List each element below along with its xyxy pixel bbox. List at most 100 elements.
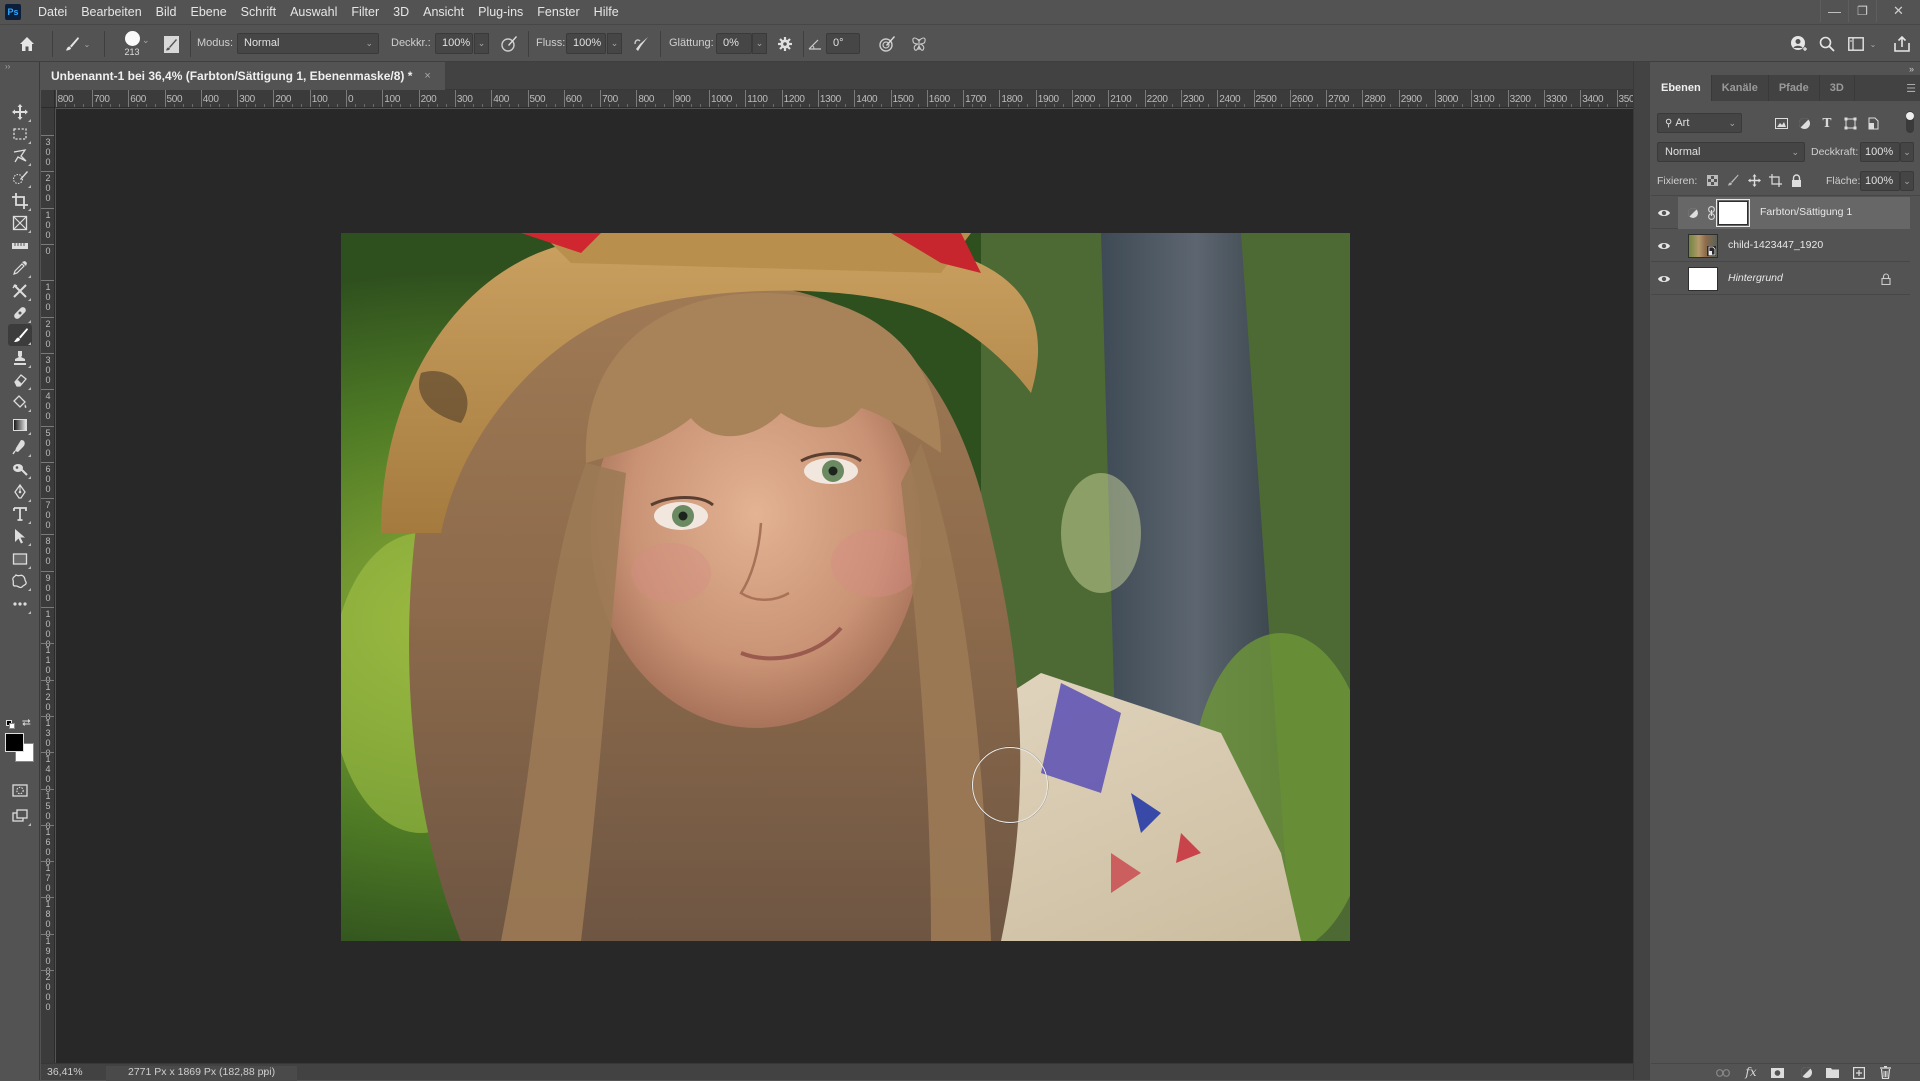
lock-position[interactable] <box>1747 172 1761 188</box>
document-image[interactable] <box>341 233 1350 941</box>
filter-type-layers[interactable]: T <box>1819 115 1835 131</box>
menu-plug-ins[interactable]: Plug-ins <box>471 0 530 24</box>
mode-select[interactable]: Normal ⌄ <box>237 33 379 54</box>
foreground-color-swatch[interactable] <box>5 733 24 752</box>
menu-auswahl[interactable]: Auswahl <box>283 0 344 24</box>
menu-fenster[interactable]: Fenster <box>530 0 586 24</box>
healing-brush-tool[interactable] <box>8 302 32 324</box>
brush-tool[interactable] <box>8 324 32 346</box>
ruler-tool[interactable] <box>8 235 32 257</box>
path-selection-tool[interactable] <box>8 525 32 547</box>
gradient-tool[interactable] <box>8 414 32 436</box>
menu-bearbeiten[interactable]: Bearbeiten <box>74 0 148 24</box>
layer-row-hue-saturation[interactable]: Farbton/Sättigung 1 <box>1651 197 1910 229</box>
collapse-toolbar-icon[interactable]: ›› <box>5 62 10 71</box>
home-button[interactable] <box>16 33 38 55</box>
symmetry-button[interactable] <box>908 33 930 55</box>
layer-body[interactable]: Hintergrund <box>1678 263 1910 295</box>
search-button[interactable] <box>1816 33 1838 55</box>
panel-menu-icon[interactable]: ☰ <box>1906 82 1916 95</box>
close-tab-icon[interactable]: × <box>424 70 430 82</box>
eyedropper-tool[interactable] <box>8 257 32 279</box>
chevron-down-icon[interactable]: ⌄ <box>142 35 150 46</box>
vertical-ruler[interactable]: 300 200 100 0 100 200 300 400 500 600 700 800 900 100… <box>41 108 55 1063</box>
move-tool[interactable] <box>8 101 32 123</box>
lasso-tool[interactable] <box>8 145 32 167</box>
visibility-eye-icon[interactable] <box>1657 272 1671 286</box>
tab-ebenen[interactable]: Ebenen <box>1651 75 1712 101</box>
new-layer-button[interactable] <box>1850 1065 1868 1080</box>
visibility-eye-icon[interactable] <box>1657 206 1671 220</box>
status-menu-arrow[interactable]: › <box>263 1065 267 1077</box>
delete-layer-button[interactable] <box>1876 1065 1894 1080</box>
fill-dropdown[interactable]: ⌄ <box>1900 171 1914 191</box>
crop-tool[interactable] <box>8 190 32 212</box>
content-aware-move-tool[interactable] <box>8 280 32 302</box>
tab-kan-le[interactable]: Kanäle <box>1712 75 1769 101</box>
smoothing-dropdown[interactable]: ⌄ <box>752 33 767 54</box>
ruler-origin[interactable] <box>41 90 55 108</box>
frame-tool[interactable] <box>8 212 32 234</box>
filter-smart-objects[interactable] <box>1865 115 1881 131</box>
filter-adjustment-layers[interactable] <box>1796 115 1812 131</box>
horizontal-ruler[interactable]: 800 700 600 500 400 300 200 100 0 100 200 300 400 500… <box>41 90 1633 108</box>
rectangle-tool[interactable] <box>8 548 32 570</box>
opacity-input[interactable]: 100% <box>435 33 473 54</box>
quick-mask-button[interactable] <box>8 779 32 801</box>
quick-selection-tool[interactable] <box>8 167 32 189</box>
smoothing-settings-button[interactable] <box>774 33 796 55</box>
swap-colors-button[interactable]: ⮂ <box>22 717 31 730</box>
tool-preset-picker[interactable]: ⌄ <box>60 33 94 55</box>
filter-toggle[interactable] <box>1906 111 1914 133</box>
menu-3d[interactable]: 3D <box>386 0 416 24</box>
smudge-tool[interactable] <box>8 436 32 458</box>
share-account-button[interactable] <box>1788 33 1810 55</box>
pressure-opacity-button[interactable] <box>498 33 520 55</box>
zoom-level[interactable]: 36,41% <box>47 1066 83 1078</box>
layer-body[interactable]: child-1423447_1920 <box>1678 230 1910 262</box>
flow-dropdown[interactable]: ⌄ <box>607 33 622 54</box>
layer-row-background[interactable]: Hintergrund <box>1651 263 1910 295</box>
menu-schrift[interactable]: Schrift <box>234 0 283 24</box>
link-layers-button[interactable] <box>1714 1065 1732 1080</box>
restore-button[interactable]: ❐ <box>1848 0 1876 22</box>
flow-input[interactable]: 100% <box>566 33 606 54</box>
eraser-tool[interactable] <box>8 369 32 391</box>
custom-shape-tool[interactable] <box>8 570 32 592</box>
paint-bucket-tool[interactable] <box>8 391 32 413</box>
pressure-size-button[interactable] <box>876 33 898 55</box>
new-adjustment-layer-button[interactable] <box>1797 1065 1815 1080</box>
smoothing-input[interactable]: 0% <box>716 33 752 54</box>
lock-artboard[interactable] <box>1768 172 1782 188</box>
layer-opacity-input[interactable]: 100% <box>1860 142 1900 162</box>
layer-mask-thumbnail[interactable] <box>1716 199 1750 227</box>
pen-tool[interactable] <box>8 481 32 503</box>
tab-pfade[interactable]: Pfade <box>1769 75 1820 101</box>
document-tab[interactable]: Unbenannt-1 bei 36,4% (Farbton/Sättigung… <box>41 62 445 90</box>
filter-shape-layers[interactable] <box>1842 115 1858 131</box>
layer-thumbnail[interactable] <box>1688 267 1718 291</box>
default-colors-button[interactable] <box>6 720 15 729</box>
screen-mode-button[interactable] <box>8 805 32 827</box>
lock-image-pixels[interactable] <box>1726 172 1740 188</box>
brush-settings-toggle[interactable] <box>161 33 181 55</box>
blend-mode-select[interactable]: Normal ⌄ <box>1657 142 1805 162</box>
more-tools[interactable] <box>8 593 32 615</box>
layer-body[interactable]: Farbton/Sättigung 1 <box>1678 197 1910 229</box>
marquee-tool[interactable] <box>8 123 32 145</box>
close-button[interactable]: ✕ <box>1876 0 1920 22</box>
layer-opacity-dropdown[interactable]: ⌄ <box>1900 142 1914 162</box>
layer-filter-select[interactable]: ⚲ Art ⌄ <box>1657 113 1742 133</box>
canvas-area[interactable] <box>56 109 1633 1063</box>
type-tool[interactable] <box>8 503 32 525</box>
share-button[interactable] <box>1891 33 1913 55</box>
opacity-dropdown[interactable]: ⌄ <box>474 33 489 54</box>
mask-link-icon[interactable] <box>1708 206 1715 220</box>
workspace-button[interactable]: ⌄ <box>1845 33 1879 55</box>
dodge-tool[interactable] <box>8 458 32 480</box>
angle-input[interactable]: 0° <box>826 33 860 54</box>
menu-ansicht[interactable]: Ansicht <box>416 0 471 24</box>
fill-input[interactable]: 100% <box>1860 171 1900 191</box>
tab-3d[interactable]: 3D <box>1820 75 1855 101</box>
new-group-button[interactable] <box>1823 1065 1841 1080</box>
